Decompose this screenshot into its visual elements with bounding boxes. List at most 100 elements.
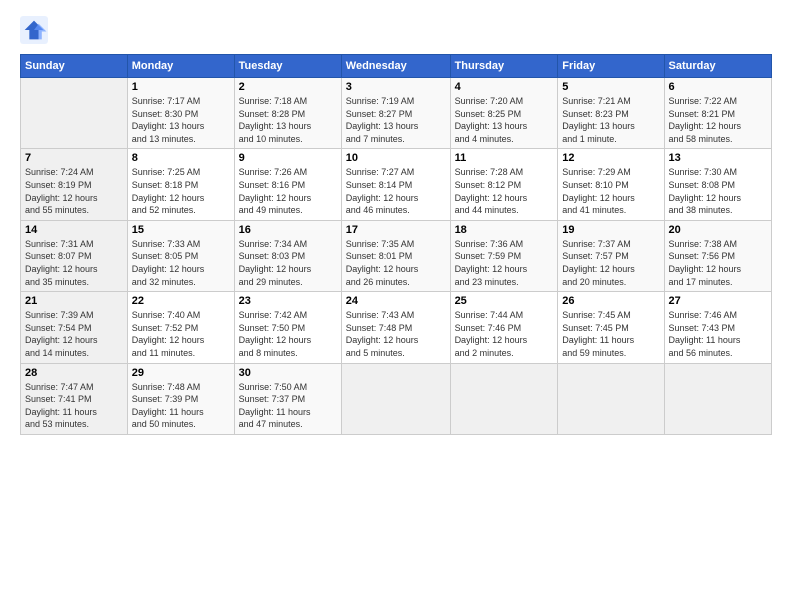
week-row-3: 14 Sunrise: 7:31 AM Sunset: 8:07 PM Dayli… [21,220,772,291]
day-number: 25 [455,295,554,307]
day-cell: 29 Sunrise: 7:48 AM Sunset: 7:39 PM Dayli… [127,363,234,434]
day-number: 3 [346,81,446,93]
day-cell: 21Sunrise: 7:39 AM Sunset: 7:54 PM Dayli… [21,292,128,363]
day-number: 5 [562,81,659,93]
day-number: 1 [132,81,230,93]
day-number: 15 [132,224,230,236]
day-number: 16 [239,224,337,236]
day-number: 9 [239,152,337,164]
day-info: Sunrise: 7:35 AM Sunset: 8:01 PM Dayligh… [346,238,446,288]
day-number: 13 [669,152,767,164]
day-cell: 9 Sunrise: 7:26 AM Sunset: 8:16 PM Daylig… [234,149,341,220]
day-number: 14 [25,224,123,236]
logo [20,16,50,44]
day-number: 19 [562,224,659,236]
day-number: 24 [346,295,446,307]
day-cell: 13 Sunrise: 7:30 AM Sunset: 8:08 PM Dayli… [664,149,771,220]
day-cell: 19Sunrise: 7:37 AM Sunset: 7:57 PM Dayli… [558,220,664,291]
col-header-thursday: Thursday [450,55,558,78]
day-info: Sunrise: 7:44 AM Sunset: 7:46 PM Dayligh… [455,309,554,359]
day-number: 26 [562,295,659,307]
day-cell: 16Sunrise: 7:34 AM Sunset: 8:03 PM Dayli… [234,220,341,291]
day-cell: 23 Sunrise: 7:42 AM Sunset: 7:50 PM Dayli… [234,292,341,363]
day-info: Sunrise: 7:36 AM Sunset: 7:59 PM Dayligh… [455,238,554,288]
day-info: Sunrise: 7:22 AM Sunset: 8:21 PM Dayligh… [669,95,767,145]
day-cell: 30 Sunrise: 7:50 AM Sunset: 7:37 PM Dayli… [234,363,341,434]
day-info: Sunrise: 7:17 AM Sunset: 8:30 PM Dayligh… [132,95,230,145]
week-row-1: 1 Sunrise: 7:17 AM Sunset: 8:30 PM Daylig… [21,78,772,149]
day-number: 28 [25,367,123,379]
day-cell [558,363,664,434]
day-cell: 15 Sunrise: 7:33 AM Sunset: 8:05 PM Dayli… [127,220,234,291]
logo-icon [20,16,48,44]
day-cell: 28 Sunrise: 7:47 AM Sunset: 7:41 PM Dayli… [21,363,128,434]
day-cell: 3 Sunrise: 7:19 AM Sunset: 8:27 PM Daylig… [341,78,450,149]
header-row: SundayMondayTuesdayWednesdayThursdayFrid… [21,55,772,78]
day-cell: 14 Sunrise: 7:31 AM Sunset: 8:07 PM Dayli… [21,220,128,291]
day-info: Sunrise: 7:30 AM Sunset: 8:08 PM Dayligh… [669,166,767,216]
day-info: Sunrise: 7:50 AM Sunset: 7:37 PM Dayligh… [239,381,337,431]
day-cell [341,363,450,434]
day-info: Sunrise: 7:42 AM Sunset: 7:50 PM Dayligh… [239,309,337,359]
day-info: Sunrise: 7:47 AM Sunset: 7:41 PM Dayligh… [25,381,123,431]
col-header-tuesday: Tuesday [234,55,341,78]
day-info: Sunrise: 7:24 AM Sunset: 8:19 PM Dayligh… [25,166,123,216]
week-row-4: 21Sunrise: 7:39 AM Sunset: 7:54 PM Dayli… [21,292,772,363]
day-number: 4 [455,81,554,93]
calendar-table: SundayMondayTuesdayWednesdayThursdayFrid… [20,54,772,435]
day-info: Sunrise: 7:40 AM Sunset: 7:52 PM Dayligh… [132,309,230,359]
day-cell: 8Sunrise: 7:25 AM Sunset: 8:18 PM Daylig… [127,149,234,220]
day-number: 12 [562,152,659,164]
day-info: Sunrise: 7:21 AM Sunset: 8:23 PM Dayligh… [562,95,659,145]
day-info: Sunrise: 7:26 AM Sunset: 8:16 PM Dayligh… [239,166,337,216]
day-cell: 1 Sunrise: 7:17 AM Sunset: 8:30 PM Daylig… [127,78,234,149]
day-cell: 27 Sunrise: 7:46 AM Sunset: 7:43 PM Dayli… [664,292,771,363]
day-info: Sunrise: 7:25 AM Sunset: 8:18 PM Dayligh… [132,166,230,216]
day-info: Sunrise: 7:19 AM Sunset: 8:27 PM Dayligh… [346,95,446,145]
day-number: 2 [239,81,337,93]
day-number: 27 [669,295,767,307]
col-header-saturday: Saturday [664,55,771,78]
day-info: Sunrise: 7:18 AM Sunset: 8:28 PM Dayligh… [239,95,337,145]
day-cell: 20Sunrise: 7:38 AM Sunset: 7:56 PM Dayli… [664,220,771,291]
day-number: 29 [132,367,230,379]
day-cell: 25 Sunrise: 7:44 AM Sunset: 7:46 PM Dayli… [450,292,558,363]
day-cell: 11Sunrise: 7:28 AM Sunset: 8:12 PM Dayli… [450,149,558,220]
col-header-sunday: Sunday [21,55,128,78]
day-cell [450,363,558,434]
page: SundayMondayTuesdayWednesdayThursdayFrid… [0,0,792,612]
day-cell: 22 Sunrise: 7:40 AM Sunset: 7:52 PM Dayli… [127,292,234,363]
day-cell: 4 Sunrise: 7:20 AM Sunset: 8:25 PM Daylig… [450,78,558,149]
header [20,16,772,44]
day-cell: 24 Sunrise: 7:43 AM Sunset: 7:48 PM Dayli… [341,292,450,363]
day-number: 11 [455,152,554,164]
day-number: 20 [669,224,767,236]
day-cell [21,78,128,149]
day-cell: 26 Sunrise: 7:45 AM Sunset: 7:45 PM Dayli… [558,292,664,363]
day-number: 30 [239,367,337,379]
day-info: Sunrise: 7:46 AM Sunset: 7:43 PM Dayligh… [669,309,767,359]
day-info: Sunrise: 7:45 AM Sunset: 7:45 PM Dayligh… [562,309,659,359]
day-info: Sunrise: 7:20 AM Sunset: 8:25 PM Dayligh… [455,95,554,145]
day-number: 7 [25,152,123,164]
day-cell: 5 Sunrise: 7:21 AM Sunset: 8:23 PM Daylig… [558,78,664,149]
day-info: Sunrise: 7:33 AM Sunset: 8:05 PM Dayligh… [132,238,230,288]
day-number: 10 [346,152,446,164]
day-cell: 17 Sunrise: 7:35 AM Sunset: 8:01 PM Dayli… [341,220,450,291]
day-cell: 2 Sunrise: 7:18 AM Sunset: 8:28 PM Daylig… [234,78,341,149]
day-number: 22 [132,295,230,307]
day-cell [664,363,771,434]
day-number: 6 [669,81,767,93]
day-number: 17 [346,224,446,236]
day-cell: 10Sunrise: 7:27 AM Sunset: 8:14 PM Dayli… [341,149,450,220]
col-header-friday: Friday [558,55,664,78]
day-number: 21 [25,295,123,307]
week-row-2: 7 Sunrise: 7:24 AM Sunset: 8:19 PM Daylig… [21,149,772,220]
day-info: Sunrise: 7:31 AM Sunset: 8:07 PM Dayligh… [25,238,123,288]
day-info: Sunrise: 7:29 AM Sunset: 8:10 PM Dayligh… [562,166,659,216]
week-row-5: 28 Sunrise: 7:47 AM Sunset: 7:41 PM Dayli… [21,363,772,434]
col-header-monday: Monday [127,55,234,78]
day-number: 23 [239,295,337,307]
day-info: Sunrise: 7:43 AM Sunset: 7:48 PM Dayligh… [346,309,446,359]
day-info: Sunrise: 7:48 AM Sunset: 7:39 PM Dayligh… [132,381,230,431]
